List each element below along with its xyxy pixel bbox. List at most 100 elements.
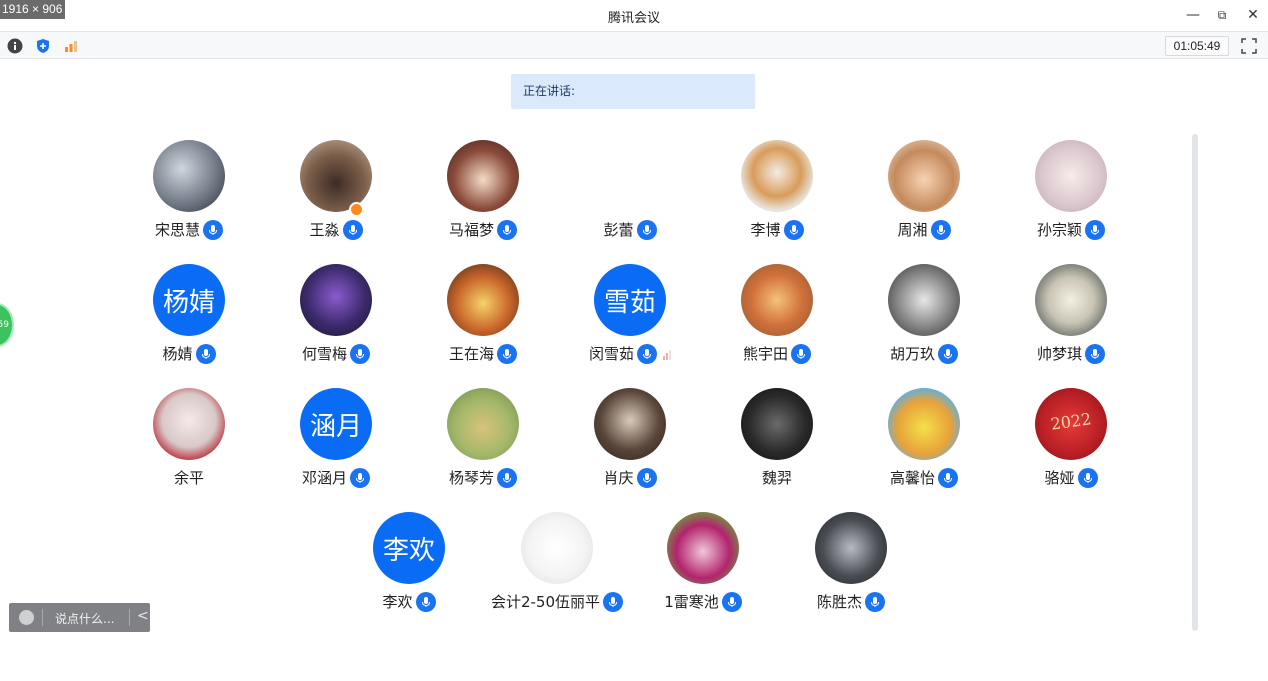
microphone-icon[interactable] bbox=[783, 219, 804, 240]
participant-name: 1雷寒池 bbox=[664, 593, 719, 611]
fullscreen-icon[interactable] bbox=[1241, 38, 1257, 54]
participant-tile[interactable]: 王在海 bbox=[412, 264, 552, 374]
participant-tile[interactable]: 余平 bbox=[118, 388, 258, 498]
participant-tile[interactable]: 李欢 李欢 bbox=[338, 512, 478, 622]
participant-name: 会计2-50伍丽平 bbox=[490, 593, 601, 611]
avatar[interactable] bbox=[741, 140, 813, 212]
avatar[interactable] bbox=[1035, 264, 1107, 336]
participant-tile[interactable]: 熊宇田 bbox=[706, 264, 846, 374]
microphone-icon[interactable] bbox=[203, 219, 223, 240]
participant-name-row: 何雪梅 bbox=[265, 343, 407, 364]
participant-tile[interactable]: 周湘 bbox=[853, 140, 993, 250]
microphone-icon[interactable] bbox=[350, 467, 370, 488]
minimize-button[interactable]: — bbox=[1182, 4, 1204, 26]
window-title: 腾讯会议 bbox=[607, 11, 660, 26]
microphone-icon[interactable] bbox=[865, 591, 885, 612]
avatar[interactable] bbox=[741, 388, 813, 460]
avatar[interactable]: 杨婧 bbox=[153, 264, 225, 336]
participant-tile[interactable]: 胡万玖 bbox=[853, 264, 993, 374]
microphone-icon[interactable] bbox=[938, 343, 958, 364]
microphone-icon[interactable] bbox=[791, 343, 811, 364]
participant-tile[interactable]: 肖庆 bbox=[559, 388, 699, 498]
microphone-icon[interactable] bbox=[497, 343, 517, 364]
microphone-icon[interactable] bbox=[938, 467, 958, 488]
participant-tile[interactable]: 2022 骆娅 bbox=[1000, 388, 1140, 498]
participant-tile[interactable]: 李博 bbox=[706, 140, 846, 250]
scrollbar[interactable] bbox=[1192, 134, 1198, 631]
microphone-icon[interactable] bbox=[930, 219, 951, 240]
avatar[interactable]: 2022 bbox=[1035, 388, 1107, 460]
avatar[interactable] bbox=[447, 140, 519, 212]
restore-button[interactable]: ⧉ bbox=[1211, 4, 1233, 26]
side-floating-badge[interactable]: 59 bbox=[0, 303, 14, 347]
avatar[interactable] bbox=[815, 512, 887, 584]
participant-name: 李博 bbox=[750, 221, 781, 239]
microphone-icon[interactable] bbox=[1085, 219, 1105, 240]
avatar[interactable] bbox=[888, 264, 960, 336]
microphone-icon[interactable] bbox=[415, 591, 436, 612]
participant-tile[interactable]: 魏羿 bbox=[706, 388, 846, 498]
participant-tile[interactable]: 彭蕾 bbox=[559, 140, 699, 250]
participant-name-row: 胡万玖 bbox=[853, 343, 995, 364]
participant-tile[interactable]: 涵月 邓涵月 bbox=[265, 388, 405, 498]
avatar[interactable] bbox=[300, 140, 372, 212]
microphone-icon[interactable] bbox=[497, 467, 517, 488]
avatar[interactable]: 李欢 bbox=[373, 512, 445, 584]
participant-tile[interactable]: 杨婧 杨婧 bbox=[118, 264, 258, 374]
avatar[interactable] bbox=[888, 140, 960, 212]
microphone-icon[interactable] bbox=[497, 219, 517, 240]
avatar[interactable] bbox=[888, 388, 960, 460]
participant-tile[interactable]: 1雷寒池 bbox=[632, 512, 772, 622]
participant-name-row: 闵雪茹 bbox=[559, 343, 701, 364]
avatar[interactable] bbox=[153, 140, 225, 212]
avatar[interactable] bbox=[300, 264, 372, 336]
avatar[interactable] bbox=[521, 512, 593, 584]
participant-name-row: 杨婧 bbox=[118, 343, 260, 364]
avatar[interactable] bbox=[667, 512, 739, 584]
participant-tile[interactable]: 孙宗颖 bbox=[1000, 140, 1140, 250]
microphone-icon[interactable] bbox=[637, 343, 657, 364]
shield-icon[interactable] bbox=[34, 37, 52, 55]
microphone-icon[interactable] bbox=[1077, 467, 1098, 488]
microphone-icon[interactable] bbox=[636, 467, 657, 488]
participant-tile[interactable]: 何雪梅 bbox=[265, 264, 405, 374]
participant-name: 魏羿 bbox=[761, 469, 792, 487]
participant-tile[interactable]: 雪茹 闵雪茹 bbox=[559, 264, 699, 374]
participant-tile[interactable]: 杨琴芳 bbox=[412, 388, 552, 498]
avatar[interactable]: 涵月 bbox=[300, 388, 372, 460]
participant-name-row: 周湘 bbox=[853, 219, 995, 240]
participant-name: 王在海 bbox=[448, 345, 494, 363]
chat-placeholder[interactable]: 说点什么... bbox=[55, 610, 114, 627]
microphone-icon[interactable] bbox=[1085, 343, 1105, 364]
participant-name: 余平 bbox=[173, 469, 204, 487]
microphone-icon[interactable] bbox=[636, 219, 657, 240]
title-bar: 腾讯会议 — ⧉ ✕ bbox=[0, 0, 1268, 31]
close-button[interactable]: ✕ bbox=[1242, 4, 1264, 26]
chat-input[interactable]: 说点什么... < bbox=[9, 603, 150, 632]
participant-tile[interactable]: 高馨怡 bbox=[853, 388, 993, 498]
participant-tile[interactable]: 王淼 bbox=[265, 140, 405, 250]
emoji-icon[interactable] bbox=[19, 610, 34, 625]
avatar[interactable] bbox=[594, 140, 666, 212]
participant-tile[interactable]: 帅梦琪 bbox=[1000, 264, 1140, 374]
avatar[interactable] bbox=[447, 264, 519, 336]
participant-tile[interactable]: 陈胜杰 bbox=[780, 512, 920, 622]
microphone-icon[interactable] bbox=[342, 219, 363, 240]
avatar[interactable] bbox=[153, 388, 225, 460]
microphone-icon[interactable] bbox=[195, 343, 216, 364]
info-icon[interactable] bbox=[6, 37, 24, 55]
microphone-icon[interactable] bbox=[350, 343, 370, 364]
avatar[interactable]: 雪茹 bbox=[594, 264, 666, 336]
microphone-icon[interactable] bbox=[721, 591, 742, 612]
microphone-icon[interactable] bbox=[603, 591, 624, 612]
avatar[interactable] bbox=[594, 388, 666, 460]
participant-tile[interactable]: 会计2-50伍丽平 bbox=[486, 512, 626, 622]
collapse-icon[interactable]: < bbox=[137, 608, 149, 624]
participant-tile[interactable]: 马福梦 bbox=[412, 140, 552, 250]
signal-icon[interactable] bbox=[62, 37, 80, 55]
avatar[interactable] bbox=[447, 388, 519, 460]
participant-tile[interactable]: 宋思慧 bbox=[118, 140, 258, 250]
avatar[interactable] bbox=[741, 264, 813, 336]
avatar[interactable] bbox=[1035, 140, 1107, 212]
participant-name-row: 帅梦琪 bbox=[1000, 343, 1142, 364]
